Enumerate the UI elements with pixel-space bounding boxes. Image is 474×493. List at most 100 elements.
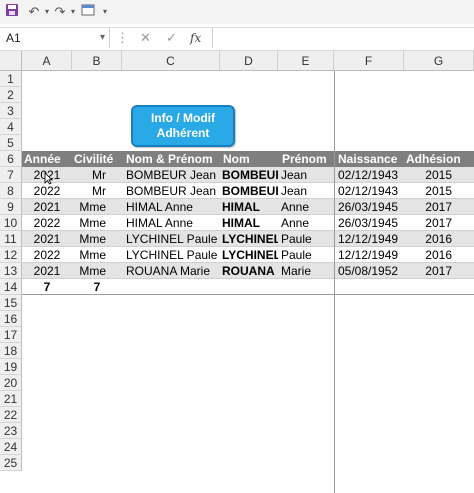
- name-box[interactable]: A1 ▾: [0, 28, 110, 48]
- cell-civilite[interactable]: Mr: [72, 167, 122, 183]
- row-header[interactable]: 3: [0, 103, 22, 119]
- row-header[interactable]: 21: [0, 391, 22, 407]
- info-modif-adherent-button[interactable]: Info / Modif Adhérent: [131, 105, 235, 147]
- row-header[interactable]: 6: [0, 151, 22, 167]
- cell-adhesion[interactable]: 2017: [404, 199, 474, 215]
- cell-adhesion[interactable]: 2017: [404, 215, 474, 231]
- row-header[interactable]: 4: [0, 119, 22, 135]
- cell-prenom[interactable]: Anne: [278, 199, 334, 215]
- cancel-icon[interactable]: ✕: [140, 28, 151, 48]
- cell-adhesion[interactable]: 2016: [404, 247, 474, 263]
- cell-civilite[interactable]: Mme: [72, 247, 122, 263]
- column-header-d[interactable]: D: [220, 51, 278, 71]
- column-header-b[interactable]: B: [72, 51, 122, 71]
- row-header[interactable]: 14: [0, 279, 22, 295]
- cell-nom-prenom[interactable]: ROUANA Marie: [122, 263, 220, 279]
- cell-adhesion[interactable]: 2017: [404, 263, 474, 279]
- cell-naissance[interactable]: 02/12/1943: [334, 183, 404, 199]
- row-header[interactable]: 7: [0, 167, 22, 183]
- cell-adhesion[interactable]: 2015: [404, 167, 474, 183]
- row-header[interactable]: 22: [0, 407, 22, 423]
- total-annee[interactable]: 7: [22, 279, 72, 295]
- cell-prenom[interactable]: Jean: [278, 167, 334, 183]
- cell-prenom[interactable]: Paule: [278, 247, 334, 263]
- row-header[interactable]: 13: [0, 263, 22, 279]
- cell-nom-prenom[interactable]: LYCHINEL Paule: [122, 231, 220, 247]
- redo-dropdown-icon[interactable]: ▾: [68, 3, 78, 20]
- chevron-down-icon[interactable]: ▾: [100, 28, 105, 48]
- cell-prenom[interactable]: Marie: [278, 263, 334, 279]
- cell-nom[interactable]: LYCHINEL: [220, 247, 278, 263]
- row-header[interactable]: 24: [0, 439, 22, 455]
- cell-naissance[interactable]: 12/12/1949: [334, 247, 404, 263]
- insert-function-icon[interactable]: fx: [190, 28, 201, 48]
- cell-annee[interactable]: 2022: [22, 215, 72, 231]
- confirm-icon[interactable]: ✓: [166, 28, 177, 48]
- cell-nom[interactable]: LYCHINEL: [220, 231, 278, 247]
- header-prenom[interactable]: Prénom: [282, 151, 334, 167]
- row-header[interactable]: 18: [0, 343, 22, 359]
- header-civilite[interactable]: Civilité: [74, 151, 122, 167]
- cell-nom[interactable]: BOMBEUR: [220, 167, 278, 183]
- cell-prenom[interactable]: Anne: [278, 215, 334, 231]
- header-nom[interactable]: Nom: [223, 151, 278, 167]
- row-header[interactable]: 5: [0, 135, 22, 151]
- form-icon[interactable]: [80, 3, 96, 20]
- total-civilite[interactable]: 7: [72, 279, 122, 295]
- cell-nom[interactable]: HIMAL: [220, 199, 278, 215]
- cell-adhesion[interactable]: 2016: [404, 231, 474, 247]
- header-annee[interactable]: Année: [24, 151, 72, 167]
- column-header-g[interactable]: G: [404, 51, 474, 71]
- header-nom-prenom[interactable]: Nom & Prénom: [126, 151, 220, 167]
- row-header[interactable]: 20: [0, 375, 22, 391]
- column-header-a[interactable]: A: [22, 51, 72, 71]
- cell-nom-prenom[interactable]: BOMBEUR Jean: [122, 167, 220, 183]
- row-header[interactable]: 1: [0, 71, 22, 87]
- cell-nom-prenom[interactable]: HIMAL Anne: [122, 215, 220, 231]
- cell-civilite[interactable]: Mme: [72, 231, 122, 247]
- cell-adhesion[interactable]: 2015: [404, 183, 474, 199]
- cell-prenom[interactable]: Paule: [278, 231, 334, 247]
- header-adhesion[interactable]: Adhésion: [406, 151, 474, 167]
- select-all-corner[interactable]: [0, 51, 22, 71]
- row-header[interactable]: 8: [0, 183, 22, 199]
- cell-naissance[interactable]: 12/12/1949: [334, 231, 404, 247]
- row-header[interactable]: 25: [0, 455, 22, 471]
- row-header[interactable]: 23: [0, 423, 22, 439]
- cell-civilite[interactable]: Mr: [72, 183, 122, 199]
- row-header[interactable]: 16: [0, 311, 22, 327]
- cell-civilite[interactable]: Mme: [72, 215, 122, 231]
- cell-naissance[interactable]: 26/03/1945: [334, 199, 404, 215]
- redo-icon[interactable]: ↷: [52, 3, 68, 20]
- undo-icon[interactable]: ↶: [26, 3, 42, 20]
- cell-nom-prenom[interactable]: BOMBEUR Jean: [122, 183, 220, 199]
- cell-naissance[interactable]: 02/12/1943: [334, 167, 404, 183]
- undo-dropdown-icon[interactable]: ▾: [42, 3, 52, 20]
- cell-annee[interactable]: 2021: [22, 231, 72, 247]
- cell-naissance[interactable]: 05/08/1952: [334, 263, 404, 279]
- cell-civilite[interactable]: Mme: [72, 199, 122, 215]
- cell-annee[interactable]: 2021: [22, 263, 72, 279]
- column-header-c[interactable]: C: [122, 51, 220, 71]
- column-header-e[interactable]: E: [278, 51, 334, 71]
- cell-naissance[interactable]: 26/03/1945: [334, 215, 404, 231]
- row-header[interactable]: 11: [0, 231, 22, 247]
- row-header[interactable]: 10: [0, 215, 22, 231]
- row-header[interactable]: 2: [0, 87, 22, 103]
- save-icon[interactable]: [4, 3, 20, 20]
- cell-nom-prenom[interactable]: HIMAL Anne: [122, 199, 220, 215]
- cell-nom[interactable]: BOMBEUR: [220, 183, 278, 199]
- row-header[interactable]: 12: [0, 247, 22, 263]
- row-header[interactable]: 15: [0, 295, 22, 311]
- cell-nom[interactable]: HIMAL: [220, 215, 278, 231]
- formula-input[interactable]: [212, 28, 474, 48]
- cell-nom-prenom[interactable]: LYCHINEL Paule: [122, 247, 220, 263]
- cell-nom[interactable]: ROUANA: [220, 263, 278, 279]
- row-header[interactable]: 19: [0, 359, 22, 375]
- cell-annee[interactable]: 2021: [22, 199, 72, 215]
- cell-annee[interactable]: 2022: [22, 247, 72, 263]
- header-naissance[interactable]: Naissance: [338, 151, 404, 167]
- cell-civilite[interactable]: Mme: [72, 263, 122, 279]
- row-header[interactable]: 9: [0, 199, 22, 215]
- row-header[interactable]: 17: [0, 327, 22, 343]
